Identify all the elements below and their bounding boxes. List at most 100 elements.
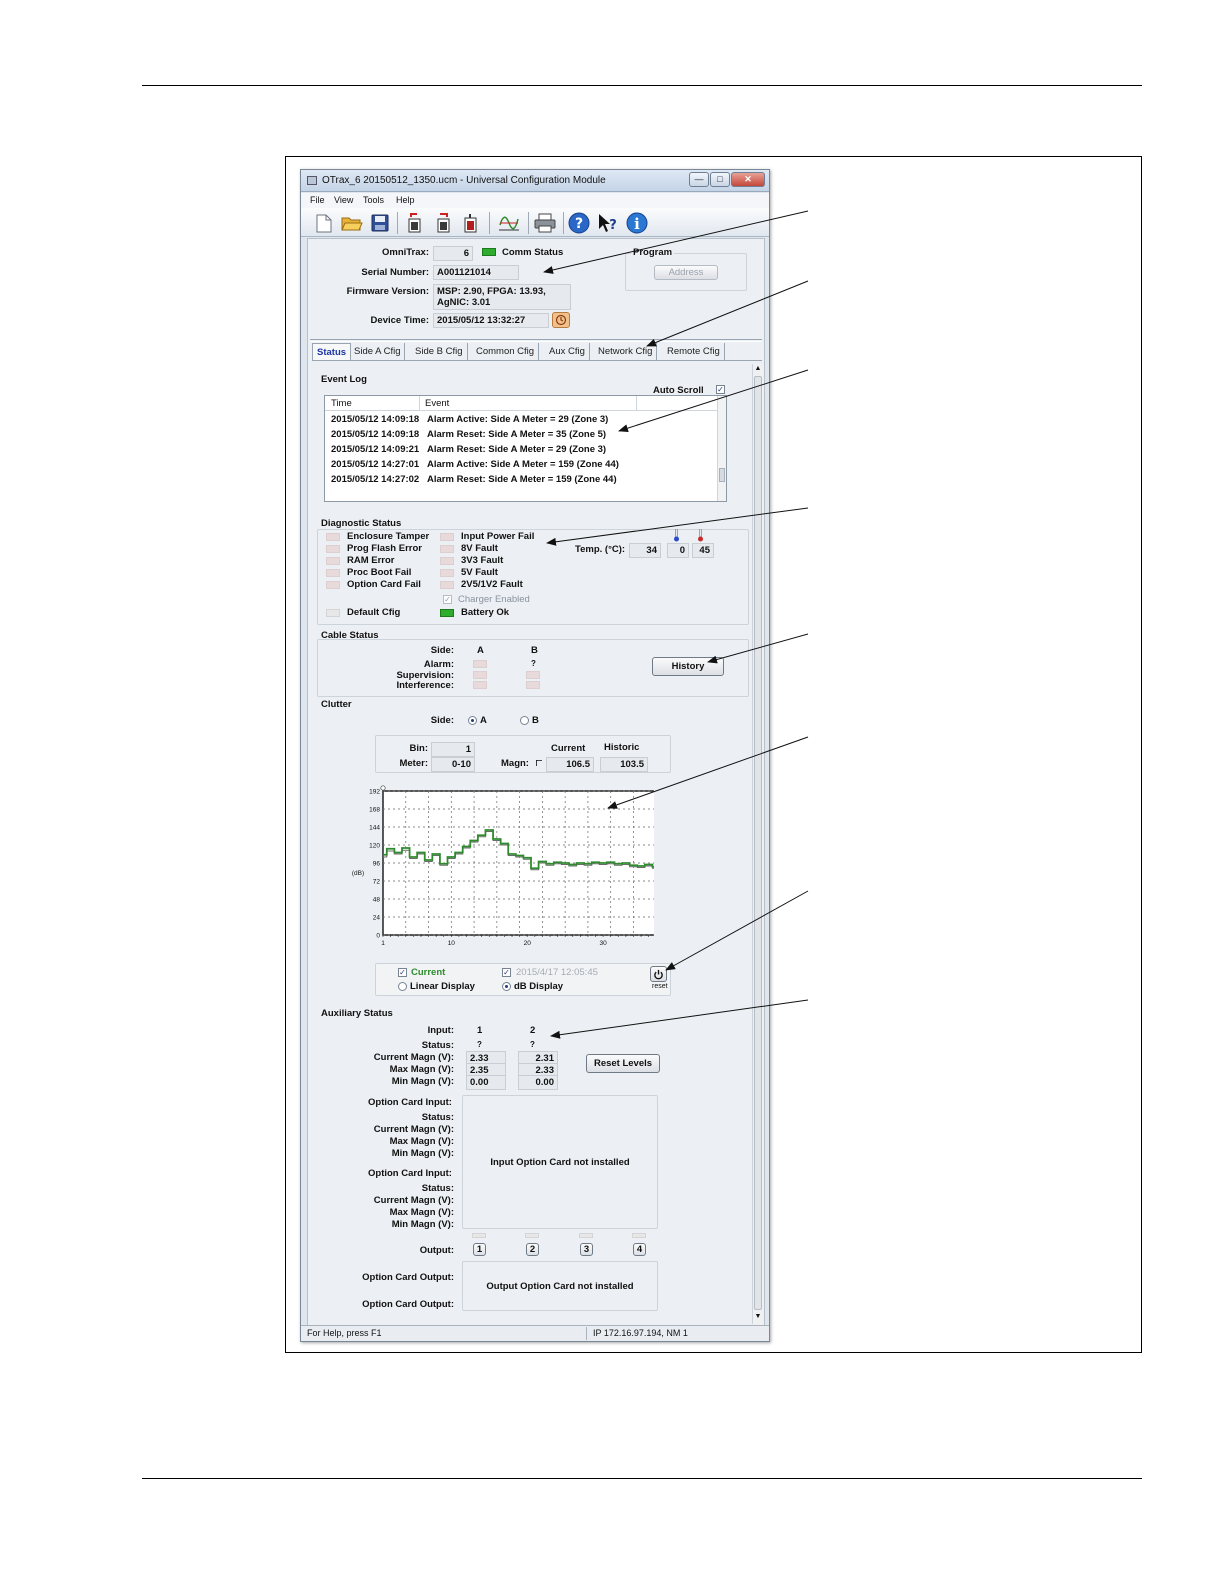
- log-row[interactable]: 2015/05/12 14:09:21 Alarm Reset: Side A M…: [331, 444, 606, 455]
- new-icon[interactable]: [313, 212, 335, 234]
- clutter-title: Clutter: [321, 699, 352, 710]
- x-tick-label: 30: [599, 940, 607, 947]
- log-scroll-thumb[interactable]: [719, 468, 725, 482]
- log-scrollbar[interactable]: [717, 396, 726, 501]
- col-divider: [636, 396, 637, 411]
- tab-aux-cfig[interactable]: Aux Cfig: [545, 343, 590, 360]
- status-bar: For Help, press F1 IP 172.16.97.194, NM …: [301, 1325, 769, 1341]
- input-power-fail-label: Input Power Fail: [461, 531, 535, 542]
- historic-checkbox[interactable]: ✓: [502, 968, 511, 977]
- help-icon[interactable]: ?: [568, 212, 590, 234]
- bin-value: 1: [431, 742, 475, 757]
- supervision-a-led: [473, 671, 487, 679]
- charger-enabled-checkbox: ✓: [443, 595, 452, 604]
- meter-value: 0-10: [431, 757, 475, 772]
- scroll-up-arrow[interactable]: ▲: [754, 364, 762, 374]
- log-event: Alarm Active: Side A Meter = 159 (Zone 4…: [427, 459, 619, 470]
- 8v-fault-led: [440, 545, 454, 553]
- current-checkbox[interactable]: ✓: [398, 968, 407, 977]
- tab-side-a-cfig[interactable]: Side A Cfig: [350, 343, 406, 360]
- y-tick-label: 192: [369, 789, 380, 796]
- event-log-table: Time Event 2015/05/12 14:09:18 Alarm Acti…: [324, 395, 727, 502]
- oc-current-magn-label-1: Current Magn (V):: [373, 1124, 454, 1135]
- upload-icon[interactable]: [404, 212, 426, 234]
- cursor-marker-icon: [536, 760, 542, 766]
- tab-side-b-cfig[interactable]: Side B Cfig: [411, 343, 468, 360]
- output-3-led: [579, 1233, 593, 1238]
- main-scroll-thumb[interactable]: [754, 376, 762, 1310]
- maximize-button[interactable]: □: [710, 172, 730, 187]
- output-1-led: [472, 1233, 486, 1238]
- temp-min-value: 0: [667, 543, 689, 558]
- log-row[interactable]: 2015/05/12 14:27:02 Alarm Reset: Side A M…: [331, 474, 617, 485]
- auto-scroll-checkbox[interactable]: ✓: [716, 385, 725, 394]
- option-card-fail-label: Option Card Fail: [347, 579, 421, 590]
- option-card-fail-led: [326, 581, 340, 589]
- tab-network-cfig[interactable]: Network Cfig: [594, 343, 658, 360]
- firmware-version-label: Firmware Version:: [346, 286, 429, 297]
- historic-magn-value: 103.5: [600, 757, 648, 772]
- toolbar-separator: [528, 212, 529, 234]
- menu-help[interactable]: Help: [396, 195, 415, 205]
- output-3-button[interactable]: 3: [580, 1243, 593, 1256]
- proc-boot-fail-label: Proc Boot Fail: [347, 567, 412, 578]
- linear-display-radio[interactable]: [398, 982, 407, 991]
- reset-label: reset: [652, 983, 668, 990]
- output-4-button[interactable]: 4: [633, 1243, 646, 1256]
- y-tick-label: 72: [373, 879, 381, 886]
- log-row[interactable]: 2015/05/12 14:09:18 Alarm Active: Side A …: [331, 414, 608, 425]
- battery-ok-label: Battery Ok: [461, 607, 510, 618]
- title-bar[interactable]: OTrax_6 20150512_1350.ucm - Universal Co…: [301, 170, 769, 192]
- reset-levels-button[interactable]: Reset Levels: [586, 1054, 660, 1073]
- tab-remote-cfig[interactable]: Remote Cfig: [663, 343, 725, 360]
- history-button[interactable]: History: [652, 657, 724, 676]
- tab-status[interactable]: Status: [312, 343, 352, 360]
- clock-sync-icon: [555, 314, 567, 326]
- context-help-icon[interactable]: ?: [596, 212, 618, 234]
- input-not-installed-text: Input Option Card not installed: [490, 1156, 630, 1168]
- output-2-button[interactable]: 2: [526, 1243, 539, 1256]
- menu-tools[interactable]: Tools: [363, 195, 384, 205]
- print-icon[interactable]: [534, 212, 556, 234]
- log-time: 2015/05/12 14:09:18: [331, 414, 420, 425]
- scroll-down-arrow[interactable]: ▼: [754, 1312, 762, 1322]
- aux-input-1: 1: [477, 1025, 483, 1036]
- y-tick-label: 0: [376, 933, 380, 940]
- output-1-button[interactable]: 1: [473, 1243, 486, 1256]
- close-button[interactable]: ✕: [731, 172, 765, 187]
- main-scrollbar[interactable]: ▲ ▼: [752, 364, 763, 1324]
- log-time: 2015/05/12 14:27:01: [331, 459, 420, 470]
- clutter-side-b-label: B: [532, 715, 539, 726]
- oc-status-label-2: Status:: [421, 1183, 454, 1194]
- db-display-radio[interactable]: [502, 982, 511, 991]
- write-icon[interactable]: [460, 212, 482, 234]
- clutter-chart[interactable]: 024487296120144168192110203040(dB): [348, 784, 654, 964]
- log-row[interactable]: 2015/05/12 14:27:01 Alarm Active: Side A …: [331, 459, 619, 470]
- address-button[interactable]: Address: [654, 265, 718, 280]
- info-icon[interactable]: i: [626, 212, 648, 234]
- toolbar: ? ? i: [301, 208, 769, 237]
- legend-historic-label: 2015/4/17 12:05:45: [516, 967, 598, 978]
- download-icon[interactable]: [432, 212, 454, 234]
- tab-common-cfig[interactable]: Common Cfig: [472, 343, 540, 360]
- sync-time-button[interactable]: [552, 312, 570, 328]
- clutter-side-a-radio[interactable]: [468, 716, 477, 725]
- 2v5-1v2-fault-led: [440, 581, 454, 589]
- save-icon[interactable]: [369, 212, 391, 234]
- alarm-b-value: ?: [531, 659, 536, 668]
- menu-file[interactable]: File: [310, 195, 325, 205]
- menu-view[interactable]: View: [334, 195, 353, 205]
- clutter-side-b-radio[interactable]: [520, 716, 529, 725]
- app-icon: [307, 176, 317, 185]
- reset-chart-button[interactable]: [650, 966, 667, 982]
- minimize-button[interactable]: —: [689, 172, 709, 187]
- menu-bar: File View Tools Help: [301, 193, 769, 208]
- y-tick-label: 144: [369, 825, 380, 832]
- open-folder-icon[interactable]: [341, 212, 363, 234]
- option-card-output-label-2: Option Card Output:: [362, 1299, 454, 1310]
- log-row[interactable]: 2015/05/12 14:09:18 Alarm Reset: Side A M…: [331, 429, 606, 440]
- clutter-side-a-label: A: [480, 715, 487, 726]
- waveform-icon[interactable]: [498, 212, 520, 234]
- oc-max-magn-label-1: Max Magn (V):: [389, 1136, 454, 1147]
- content-area: OmniTrax: 6 Comm Status Program Address …: [307, 238, 765, 1329]
